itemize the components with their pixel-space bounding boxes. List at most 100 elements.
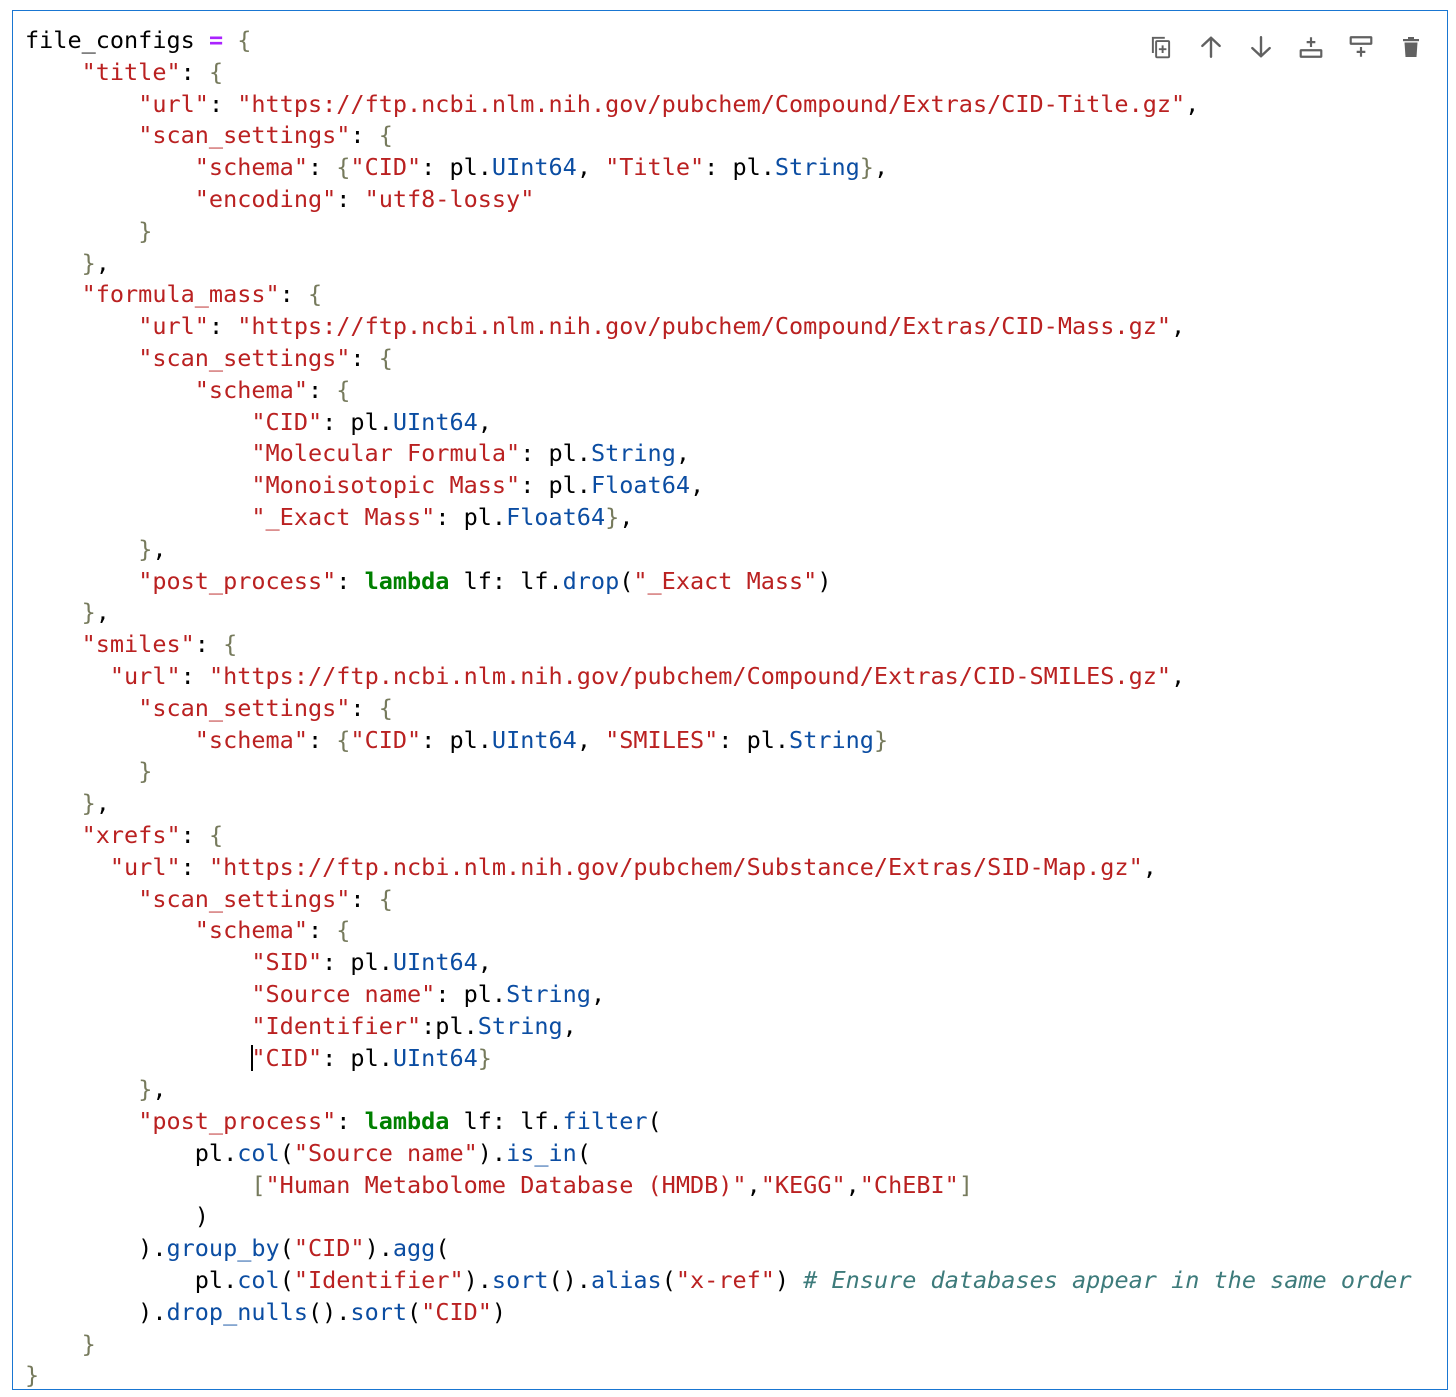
code-token-string: "CID" [251, 407, 323, 436]
code-token-default: : pl. [718, 725, 790, 754]
code-line: "schema": { [25, 915, 1412, 947]
code-line: } [25, 1360, 1412, 1392]
code-token-default: : [180, 661, 209, 690]
code-token-default: , [845, 1170, 860, 1199]
code-token-default [25, 916, 195, 944]
code-token-default [25, 185, 195, 213]
code-token-default: : [350, 693, 379, 722]
code-line: "title": { [25, 57, 1412, 89]
code-token-default: ). [25, 1297, 167, 1326]
code-token-string: "Source name" [293, 1138, 478, 1167]
code-token-string: "ChEBI" [859, 1170, 959, 1199]
code-token-default: ( [279, 1138, 294, 1167]
code-token-default [25, 948, 251, 976]
code-token-default: : [307, 725, 337, 754]
code-token-default [25, 726, 195, 754]
code-token-key: "scan_settings" [138, 884, 351, 913]
code-editor[interactable]: file_configs = { "title": { "url": "http… [25, 25, 1412, 1392]
code-token-key: "schema" [194, 916, 308, 945]
code-token-string: "_Exact Mass" [633, 566, 818, 595]
code-token-default: , [95, 248, 110, 277]
code-token-attr: String [774, 153, 860, 182]
code-token-default: ( [647, 1107, 662, 1136]
code-token-default: lf: lf. [449, 566, 563, 595]
code-token-key: "schema" [194, 725, 308, 754]
code-token-attr: drop [562, 566, 620, 595]
code-line: "url": "https://ftp.ncbi.nlm.nih.gov/pub… [25, 311, 1412, 343]
code-token-default: : pl. [322, 1043, 393, 1072]
code-token-default: ). [364, 1234, 393, 1263]
code-token-default [25, 567, 138, 595]
code-token-default: ( [619, 566, 634, 595]
code-token-default: : [279, 280, 308, 309]
code-line: ).group_by("CID").agg( [25, 1233, 1412, 1265]
code-token-key: "scan_settings" [138, 343, 351, 372]
code-token-string: "Identifier" [251, 1011, 422, 1040]
code-token-default: (). [548, 1266, 591, 1295]
code-line: "encoding": "utf8-lossy" [25, 184, 1412, 216]
code-token-key: "url" [109, 852, 181, 881]
code-token-default [25, 90, 138, 118]
code-token-default [25, 821, 82, 849]
code-line: "Source name": pl.String, [25, 979, 1412, 1011]
code-token-brace: { [336, 725, 351, 754]
code-token-brace: { [378, 884, 393, 913]
code-token-default: ( [435, 1234, 450, 1263]
code-line: "url": "https://ftp.ncbi.nlm.nih.gov/pub… [25, 852, 1412, 884]
code-token-default: : [350, 343, 379, 372]
code-token-default [25, 376, 195, 404]
code-line: } [25, 1329, 1412, 1361]
code-line: "scan_settings": { [25, 343, 1412, 375]
code-token-attr: filter [562, 1107, 648, 1136]
code-token-attr: col [237, 1266, 280, 1295]
code-line: "smiles": { [25, 629, 1412, 661]
code-token-default [25, 1044, 251, 1072]
code-token-string: "Title" [605, 153, 705, 182]
code-token-default [25, 598, 82, 626]
code-token-string: "CID" [350, 725, 422, 754]
code-token-default: : pl. [520, 439, 591, 468]
code-token-attr: UInt64 [392, 1043, 478, 1072]
code-token-default [25, 980, 251, 1008]
code-token-default: lf: lf. [449, 1107, 563, 1136]
code-token-brace: } [25, 1361, 40, 1390]
code-token-default: ). [25, 1234, 167, 1263]
code-token-string: "CID" [350, 153, 422, 182]
code-token-key: "formula_mass" [81, 280, 280, 309]
code-token-default: , [576, 153, 606, 182]
code-token-default: : [336, 184, 365, 213]
code-token-default: , [477, 948, 492, 977]
code-token-attr: drop_nulls [166, 1297, 308, 1326]
code-token-default: : pl. [435, 502, 507, 531]
code-token-brace: { [237, 26, 252, 54]
code-token-brace: } [81, 248, 96, 277]
code-token-default: : pl. [520, 471, 591, 500]
code-token-default: , [95, 598, 110, 627]
code-token-default [25, 1075, 138, 1103]
code-line: "scan_settings": { [25, 884, 1412, 916]
code-token-brace: { [307, 280, 323, 309]
code-token-brace: { [378, 693, 393, 722]
code-line: } [25, 216, 1412, 248]
code-line: "Monoisotopic Mass": pl.Float64, [25, 470, 1412, 502]
code-token-brace: } [477, 1043, 492, 1072]
code-token-attr: group_by [166, 1234, 280, 1263]
code-token-default [25, 1012, 251, 1040]
code-token-key: "scan_settings" [138, 693, 351, 722]
code-token-default [25, 58, 82, 86]
code-line: }, [25, 788, 1412, 820]
code-token-brace: } [138, 1075, 153, 1104]
code-token-default [25, 249, 82, 277]
code-token-brace: } [859, 153, 874, 182]
code-token-default [25, 885, 138, 913]
code-line: } [25, 756, 1412, 788]
code-token-attr: UInt64 [491, 725, 577, 754]
code-line: "scan_settings": { [25, 120, 1412, 152]
code-line: "url": "https://ftp.ncbi.nlm.nih.gov/pub… [25, 89, 1412, 121]
code-line: }, [25, 248, 1412, 280]
code-cell[interactable]: file_configs = { "title": { "url": "http… [12, 10, 1448, 1390]
code-token-keyword: lambda [364, 566, 450, 595]
code-token-keyword: lambda [364, 1107, 450, 1136]
code-token-attr: UInt64 [392, 407, 478, 436]
code-token-default [25, 1107, 138, 1135]
